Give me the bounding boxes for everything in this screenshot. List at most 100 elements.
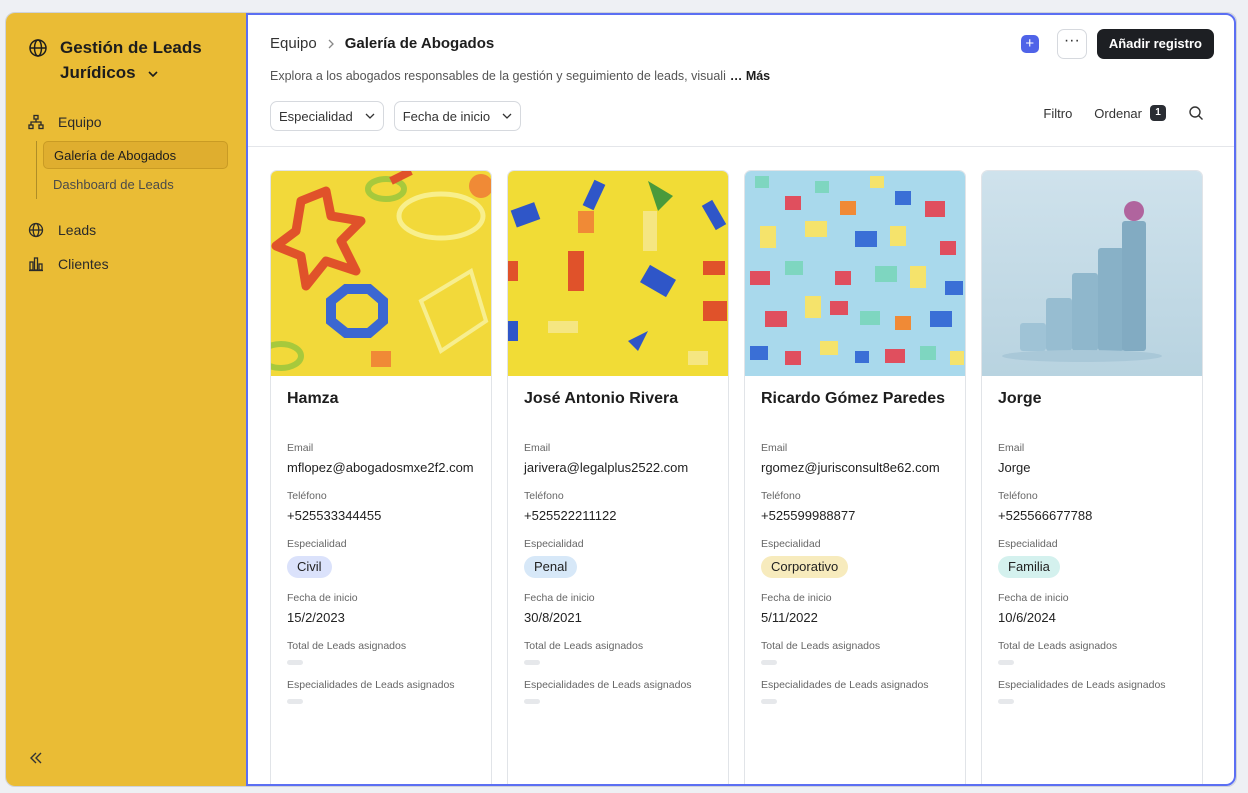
field-label: Fecha de inicio bbox=[287, 592, 358, 604]
field-value: 30/8/2021 bbox=[524, 610, 582, 625]
add-record-button[interactable]: Añadir registro bbox=[1096, 29, 1214, 59]
more-options-button[interactable]: ··· bbox=[1056, 29, 1087, 59]
chevron-right-icon bbox=[328, 39, 334, 48]
sidebar-subitem-dashboard[interactable]: Dashboard de Leads bbox=[43, 171, 228, 199]
field-label: Especialidades de Leads asignados bbox=[287, 679, 455, 691]
card-cover-image bbox=[508, 171, 728, 376]
specialty-tag: Corporativo bbox=[761, 556, 849, 578]
start-date-field: Fecha de inicio 30/8/2021 bbox=[524, 592, 712, 626]
field-label: Especialidad bbox=[998, 538, 1058, 550]
topbar: Equipo Galería de Abogados + ··· Añadir … bbox=[248, 15, 1234, 147]
lawyer-card[interactable]: Jorge Email Jorge Teléfono +525566677788… bbox=[981, 170, 1203, 784]
start-date-field: Fecha de inicio 10/6/2024 bbox=[998, 592, 1186, 626]
sidebar-nav: Equipo Galería de Abogados Dashboard de … bbox=[28, 107, 228, 279]
start-date-filter-label: Fecha de inicio bbox=[402, 108, 491, 124]
lead-specialties-field: Especialidades de Leads asignados bbox=[524, 679, 712, 704]
specialty-filter-button[interactable]: Especialidad bbox=[270, 101, 384, 131]
empty-value-placeholder bbox=[287, 699, 303, 704]
lawyer-card[interactable]: José Antonio Rivera Email jarivera@legal… bbox=[507, 170, 729, 784]
empty-value-placeholder bbox=[524, 699, 540, 704]
workspace-switcher[interactable]: Gestión de Leads Jurídicos bbox=[28, 35, 228, 85]
email-field: Email Jorge bbox=[998, 442, 1186, 476]
card-body: José Antonio Rivera Email jarivera@legal… bbox=[508, 376, 728, 732]
page-description: Explora a los abogados responsables de l… bbox=[270, 69, 770, 83]
field-value: +525533344455 bbox=[287, 508, 382, 523]
field-label: Especialidades de Leads asignados bbox=[524, 679, 692, 691]
specialty-field: Especialidad Penal bbox=[524, 538, 712, 578]
sidebar-item-clientes[interactable]: Clientes bbox=[28, 249, 228, 279]
card-cover-image bbox=[745, 171, 965, 376]
field-label: Email bbox=[524, 442, 551, 454]
lead-specialties-field: Especialidades de Leads asignados bbox=[998, 679, 1186, 704]
description-text: Explora a los abogados responsables de l… bbox=[270, 69, 726, 83]
card-body: Jorge Email Jorge Teléfono +525566677788… bbox=[982, 376, 1202, 732]
chevron-down-icon bbox=[365, 113, 375, 119]
specialty-field: Especialidad Corporativo bbox=[761, 538, 949, 578]
field-label: Especialidad bbox=[287, 538, 347, 550]
lead-specialties-field: Especialidades de Leads asignados bbox=[287, 679, 475, 704]
sidebar: Gestión de Leads Jurídicos Equipo Galerí… bbox=[6, 13, 246, 786]
field-value: +525566677788 bbox=[998, 508, 1093, 523]
sidebar-item-leads[interactable]: Leads bbox=[28, 215, 228, 245]
lead-specialties-field: Especialidades de Leads asignados bbox=[761, 679, 949, 704]
field-value: +525599988877 bbox=[761, 508, 856, 523]
add-icon[interactable]: + bbox=[1020, 35, 1039, 53]
lawyer-card[interactable]: Ricardo Gómez Paredes Email rgomez@juris… bbox=[744, 170, 966, 784]
field-value: 5/11/2022 bbox=[761, 610, 818, 625]
workspace-title-text: Gestión de Leads Jurídicos bbox=[60, 38, 202, 82]
field-label: Email bbox=[287, 442, 314, 454]
phone-field: Teléfono +525533344455 bbox=[287, 490, 475, 524]
filter-button[interactable]: Filtro bbox=[1043, 106, 1072, 121]
phone-field: Teléfono +525566677788 bbox=[998, 490, 1186, 524]
email-field: Email jarivera@legalplus2522.com bbox=[524, 442, 712, 476]
chevron-down-icon bbox=[502, 113, 512, 119]
total-leads-field: Total de Leads asignados bbox=[998, 640, 1186, 665]
sidebar-subnav: Galería de Abogados Dashboard de Leads bbox=[36, 141, 228, 199]
empty-value-placeholder bbox=[761, 699, 777, 704]
field-value: rgomez@jurisconsult8e62.com bbox=[761, 460, 940, 475]
field-label: Total de Leads asignados bbox=[761, 640, 881, 652]
sidebar-item-label: Equipo bbox=[58, 114, 102, 130]
field-label: Email bbox=[761, 442, 788, 454]
breadcrumb-parent[interactable]: Equipo bbox=[270, 35, 317, 52]
sort-button[interactable]: Ordenar 1 bbox=[1094, 105, 1166, 121]
field-value: Jorge bbox=[998, 460, 1031, 475]
total-leads-field: Total de Leads asignados bbox=[287, 640, 475, 665]
specialty-tag: Civil bbox=[287, 556, 332, 578]
phone-field: Teléfono +525522211122 bbox=[524, 490, 712, 524]
workspace-title: Gestión de Leads Jurídicos bbox=[60, 35, 228, 85]
email-field: Email mflopez@abogadosmxe2f2.com bbox=[287, 442, 475, 476]
chevron-down-icon bbox=[148, 70, 158, 77]
lawyer-name: Ricardo Gómez Paredes bbox=[761, 390, 946, 407]
empty-value-placeholder bbox=[287, 660, 303, 665]
card-cover-image bbox=[982, 171, 1202, 376]
sort-count-badge: 1 bbox=[1150, 105, 1166, 121]
more-link[interactable]: … Más bbox=[730, 69, 770, 83]
field-label: Total de Leads asignados bbox=[998, 640, 1118, 652]
specialty-filter-label: Especialidad bbox=[279, 108, 353, 124]
sidebar-item-equipo[interactable]: Equipo bbox=[28, 107, 228, 137]
lawyer-card[interactable]: Hamza Email mflopez@abogadosmxe2f2.com T… bbox=[270, 170, 492, 784]
start-date-filter-button[interactable]: Fecha de inicio bbox=[393, 101, 522, 131]
phone-field: Teléfono +525599988877 bbox=[761, 490, 949, 524]
breadcrumb: Equipo Galería de Abogados bbox=[270, 35, 494, 52]
app-window: Gestión de Leads Jurídicos Equipo Galerí… bbox=[5, 12, 1237, 787]
field-value: 15/2/2023 bbox=[287, 610, 345, 625]
org-chart-icon bbox=[28, 114, 44, 130]
search-icon[interactable] bbox=[1188, 105, 1204, 121]
total-leads-field: Total de Leads asignados bbox=[524, 640, 712, 665]
field-value: jarivera@legalplus2522.com bbox=[524, 460, 689, 475]
email-field: Email rgomez@jurisconsult8e62.com bbox=[761, 442, 949, 476]
field-value: mflopez@abogadosmxe2f2.com bbox=[287, 460, 474, 475]
field-value: 10/6/2024 bbox=[998, 610, 1056, 625]
field-label: Fecha de inicio bbox=[998, 592, 1069, 604]
start-date-field: Fecha de inicio 15/2/2023 bbox=[287, 592, 475, 626]
empty-value-placeholder bbox=[998, 660, 1014, 665]
field-label: Teléfono bbox=[998, 490, 1038, 502]
sort-label: Ordenar bbox=[1094, 105, 1142, 121]
field-label: Teléfono bbox=[761, 490, 801, 502]
main-panel: Equipo Galería de Abogados + ··· Añadir … bbox=[246, 13, 1236, 786]
globe-icon bbox=[29, 39, 47, 57]
sidebar-subitem-galeria[interactable]: Galería de Abogados bbox=[43, 141, 228, 169]
collapse-sidebar-icon[interactable] bbox=[28, 750, 44, 766]
